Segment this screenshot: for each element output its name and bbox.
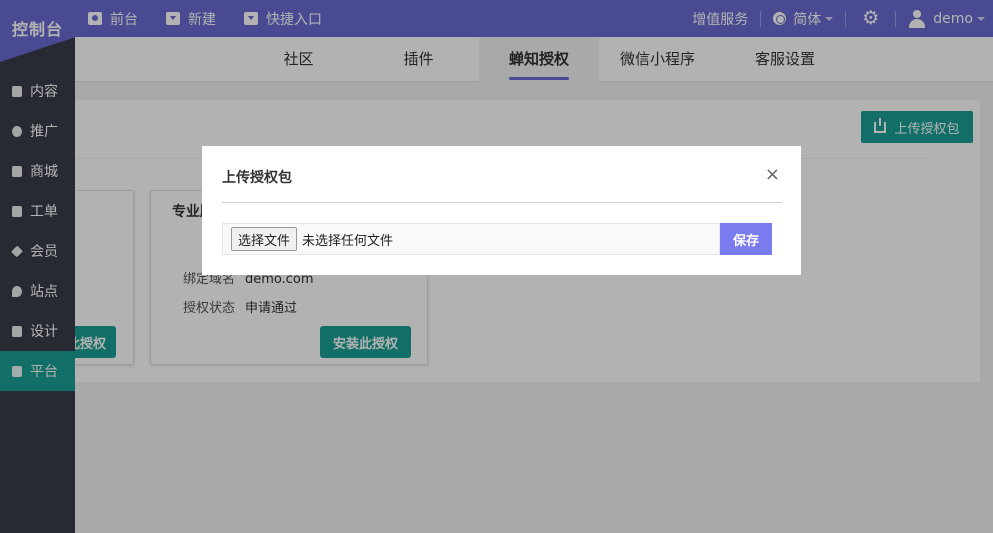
choose-file-button[interactable]: 选择文件: [231, 227, 298, 251]
dialog-title: 上传授权包: [222, 170, 292, 186]
save-button[interactable]: 保存: [720, 223, 772, 255]
file-input[interactable]: 选择文件 未选择任何文件: [222, 223, 720, 255]
divider: [222, 202, 782, 203]
close-icon[interactable]: ×: [765, 166, 780, 184]
upload-license-dialog: 上传授权包 × 选择文件 未选择任何文件 保存: [202, 146, 801, 275]
file-status-text: 未选择任何文件: [302, 233, 394, 249]
